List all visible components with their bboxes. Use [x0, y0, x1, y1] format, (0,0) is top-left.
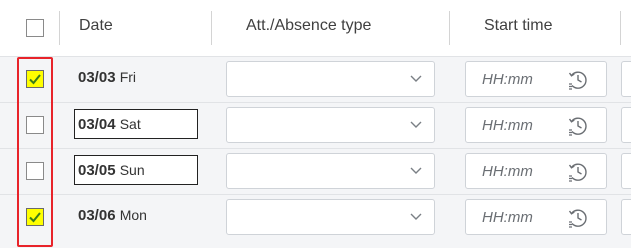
clock-icon[interactable]: [567, 69, 589, 91]
start-time-input[interactable]: HH:mm: [465, 61, 607, 97]
date-focus-box[interactable]: 03/05 Sun: [74, 155, 198, 185]
chevron-down-icon: [410, 167, 422, 174]
clock-icon[interactable]: [567, 115, 589, 137]
date-focus-box[interactable]: 03/04 Sat: [74, 109, 198, 139]
clock-icon[interactable]: [567, 207, 589, 229]
date-value: 03/03: [78, 69, 116, 86]
column-divider: [211, 11, 212, 45]
select-all-checkbox[interactable]: [26, 19, 44, 37]
absence-type-select[interactable]: [226, 199, 435, 235]
table-row: 03/04 Sat HH:mm: [0, 102, 631, 148]
column-divider: [449, 11, 450, 45]
checkbox-column-highlight: [17, 57, 53, 247]
column-divider: [59, 11, 60, 45]
next-column-input[interactable]: [621, 107, 631, 143]
weekday-value: Sat: [119, 116, 141, 132]
table-header: Date Att./Absence type Start time: [0, 0, 631, 56]
start-time-placeholder: HH:mm: [482, 71, 533, 88]
start-time-placeholder: HH:mm: [482, 117, 533, 134]
start-time-placeholder: HH:mm: [482, 209, 533, 226]
next-column-input[interactable]: [621, 199, 631, 235]
next-column-input[interactable]: [621, 61, 631, 97]
weekday-value: Mon: [119, 207, 147, 223]
chevron-down-icon: [410, 213, 422, 220]
date-value: 03/06: [78, 207, 116, 224]
chevron-down-icon: [410, 121, 422, 128]
next-column-input[interactable]: [621, 153, 631, 189]
date-value: 03/04: [78, 116, 116, 133]
start-time-input[interactable]: HH:mm: [465, 199, 607, 235]
table-row: 03/05 Sun HH:mm: [0, 148, 631, 194]
absence-type-select[interactable]: [226, 153, 435, 189]
table-row: 03/06 Mon HH:mm: [0, 194, 631, 248]
column-header-absence-type[interactable]: Att./Absence type: [246, 17, 371, 35]
column-header-start-time[interactable]: Start time: [484, 17, 552, 35]
weekday-value: Sun: [119, 162, 145, 178]
date-cell: 03/05 Sun: [78, 162, 145, 179]
column-header-date[interactable]: Date: [79, 17, 113, 35]
date-value: 03/05: [78, 162, 116, 179]
date-cell: 03/04 Sat: [78, 116, 141, 133]
clock-icon[interactable]: [567, 161, 589, 183]
column-divider: [620, 11, 621, 45]
start-time-input[interactable]: HH:mm: [465, 107, 607, 143]
date-cell: 03/06 Mon: [78, 207, 147, 224]
table-row: 03/03 Fri HH:mm: [0, 56, 631, 102]
date-cell: 03/03 Fri: [78, 69, 136, 86]
start-time-input[interactable]: HH:mm: [465, 153, 607, 189]
weekday-value: Fri: [119, 69, 137, 85]
absence-type-select[interactable]: [226, 61, 435, 97]
absence-type-select[interactable]: [226, 107, 435, 143]
start-time-placeholder: HH:mm: [482, 163, 533, 180]
chevron-down-icon: [410, 75, 422, 82]
